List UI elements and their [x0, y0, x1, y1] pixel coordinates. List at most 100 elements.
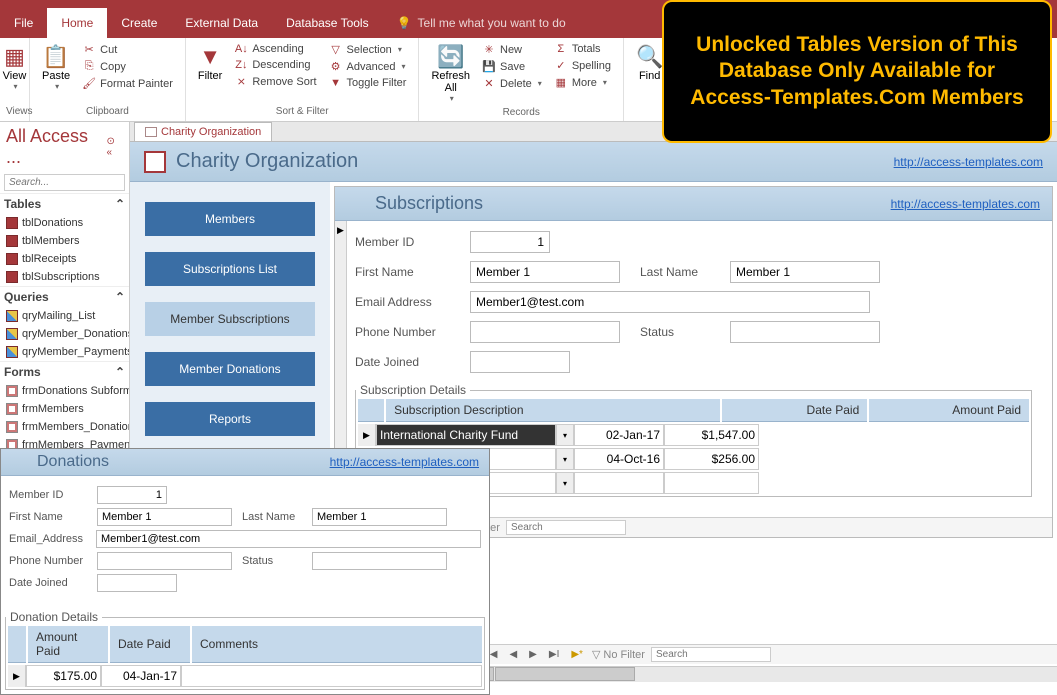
- horizontal-scrollbar[interactable]: ◀: [480, 666, 1057, 682]
- don-date-joined-field[interactable]: [97, 574, 177, 592]
- nav-section-queries[interactable]: Queries⌃: [0, 286, 129, 307]
- don-phone-field[interactable]: [97, 552, 232, 570]
- status-field[interactable]: [730, 321, 880, 343]
- save-button[interactable]: 💾Save: [478, 59, 546, 74]
- delete-button[interactable]: ✕Delete▾: [478, 76, 546, 91]
- subform-search-input[interactable]: [506, 520, 626, 535]
- sigma-icon: Σ: [554, 43, 568, 55]
- descending-button[interactable]: Z↓Descending: [230, 58, 320, 72]
- nav-table-item[interactable]: tblSubscriptions: [0, 268, 129, 286]
- nav-form-item[interactable]: frmMembers: [0, 400, 129, 418]
- nav-button-reports[interactable]: Reports: [145, 402, 315, 436]
- outer-nav-new[interactable]: ▶*: [568, 649, 586, 660]
- nav-section-tables[interactable]: Tables⌃: [0, 193, 129, 214]
- detail-dropdown-button[interactable]: ▾: [556, 448, 574, 470]
- file-tab[interactable]: File: [0, 8, 47, 38]
- main-form-link[interactable]: http://access-templates.com: [894, 155, 1043, 169]
- spelling-button[interactable]: ✓Spelling: [550, 58, 615, 73]
- don-comments-field[interactable]: [181, 665, 482, 687]
- don-date-field[interactable]: [101, 665, 181, 687]
- don-status-label: Status: [242, 555, 302, 567]
- spelling-icon: ✓: [554, 59, 568, 72]
- detail-row-selector[interactable]: ▶: [358, 424, 376, 446]
- external-data-tab[interactable]: External Data: [171, 8, 272, 38]
- sort-asc-icon: A↓: [234, 43, 248, 55]
- outer-search-input[interactable]: [651, 647, 771, 662]
- don-row-selector[interactable]: ▶: [8, 665, 26, 687]
- detail-amount-field[interactable]: [664, 472, 759, 494]
- phone-field[interactable]: [470, 321, 620, 343]
- detail-amount-field[interactable]: [664, 424, 759, 446]
- format-painter-button[interactable]: 🖌Format Painter: [78, 76, 177, 91]
- email-field[interactable]: [470, 291, 870, 313]
- selection-icon: ▽: [329, 43, 343, 56]
- detail-dropdown-button[interactable]: ▾: [556, 424, 574, 446]
- cut-button[interactable]: ✂Cut: [78, 42, 177, 57]
- nav-query-item[interactable]: qryMember_Payments: [0, 343, 129, 361]
- tell-me-search[interactable]: 💡 Tell me what you want to do: [383, 8, 580, 38]
- nav-button-member-subscriptions[interactable]: Member Subscriptions: [145, 302, 315, 336]
- nav-query-item[interactable]: qryMailing_List: [0, 307, 129, 325]
- nav-button-members[interactable]: Members: [145, 202, 315, 236]
- create-tab[interactable]: Create: [107, 8, 171, 38]
- selection-button[interactable]: ▽Selection▾: [325, 42, 411, 57]
- last-name-field[interactable]: [730, 261, 880, 283]
- outer-nav-prev[interactable]: ◀: [506, 649, 520, 660]
- nav-query-item[interactable]: qryMember_Donations: [0, 325, 129, 343]
- nav-button-subscriptions-list[interactable]: Subscriptions List: [145, 252, 315, 286]
- new-button[interactable]: ✳New: [478, 42, 546, 57]
- detail-date-field[interactable]: [574, 472, 664, 494]
- database-tools-tab[interactable]: Database Tools: [272, 8, 383, 38]
- don-first-name-field[interactable]: [97, 508, 232, 526]
- detail-date-field[interactable]: [574, 424, 664, 446]
- nav-form-item[interactable]: frmMembers_DonationP...: [0, 418, 129, 436]
- more-button[interactable]: ▦More▾: [550, 75, 615, 90]
- nav-table-item[interactable]: tblMembers: [0, 232, 129, 250]
- remove-sort-button[interactable]: ⨯Remove Sort: [230, 74, 320, 89]
- don-status-field[interactable]: [312, 552, 447, 570]
- new-icon: ✳: [482, 43, 496, 56]
- totals-button[interactable]: ΣTotals: [550, 42, 615, 56]
- filter-button[interactable]: ▼Filter: [192, 40, 228, 92]
- outer-nav-next[interactable]: ▶: [526, 649, 540, 660]
- paste-button[interactable]: 📋Paste▾: [36, 40, 76, 95]
- ascending-button[interactable]: A↓Ascending: [230, 42, 320, 56]
- nav-search-input[interactable]: [4, 174, 125, 191]
- date-joined-field[interactable]: [470, 351, 570, 373]
- member-id-field[interactable]: [470, 231, 550, 253]
- don-col-date: Date Paid: [110, 626, 190, 663]
- don-member-id-field[interactable]: [97, 486, 167, 504]
- nav-section-forms[interactable]: Forms⌃: [0, 361, 129, 382]
- don-amount-field[interactable]: [26, 665, 101, 687]
- toggle-filter-button[interactable]: ▼Toggle Filter: [325, 76, 411, 90]
- copy-button[interactable]: ⎘Copy: [78, 59, 177, 74]
- advanced-button[interactable]: ⚙Advanced▾: [325, 59, 411, 74]
- nav-table-item[interactable]: tblReceipts: [0, 250, 129, 268]
- don-last-name-label: Last Name: [242, 511, 302, 523]
- nav-form-item[interactable]: frmDonations Subform: [0, 382, 129, 400]
- col-date-paid: Date Paid: [722, 399, 867, 422]
- don-email-field[interactable]: [96, 530, 481, 548]
- subscriptions-link[interactable]: http://access-templates.com: [891, 197, 1040, 211]
- records-group-label: Records: [425, 107, 616, 120]
- detail-dropdown-button[interactable]: ▾: [556, 472, 574, 494]
- nav-pane-title[interactable]: All Access ...⊙ «: [0, 122, 129, 172]
- home-tab[interactable]: Home: [47, 8, 107, 38]
- clipboard-group-label: Clipboard: [36, 106, 179, 119]
- don-last-name-field[interactable]: [312, 508, 447, 526]
- detail-amount-field[interactable]: [664, 448, 759, 470]
- outer-nav-last[interactable]: ▶I: [546, 649, 562, 660]
- view-button[interactable]: ▦View▾: [6, 40, 23, 95]
- nav-table-item[interactable]: tblDonations: [0, 214, 129, 232]
- refresh-all-button[interactable]: 🔄Refresh All▾: [425, 40, 476, 107]
- nav-button-member-donations[interactable]: Member Donations: [145, 352, 315, 386]
- donations-link[interactable]: http://access-templates.com: [330, 455, 479, 469]
- detail-date-field[interactable]: [574, 448, 664, 470]
- donations-title: Donations: [37, 453, 109, 471]
- table-icon: [6, 217, 18, 229]
- outer-no-filter[interactable]: ▽No Filter: [592, 648, 645, 661]
- document-tab[interactable]: Charity Organization: [134, 122, 272, 141]
- detail-desc-field[interactable]: [376, 424, 556, 446]
- paste-icon: 📋: [42, 44, 69, 70]
- first-name-field[interactable]: [470, 261, 620, 283]
